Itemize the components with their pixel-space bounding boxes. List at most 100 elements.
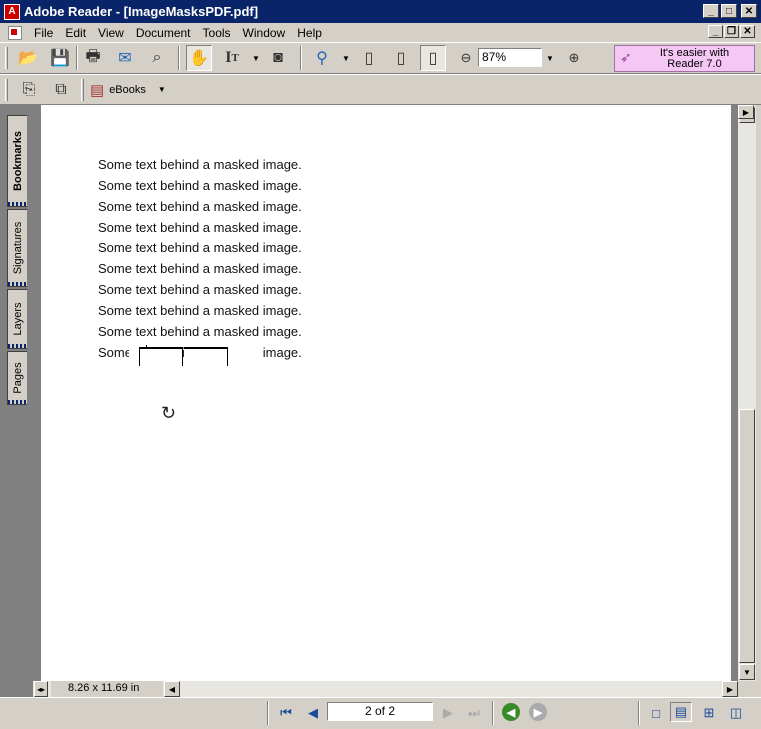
select-tool-dropdown-icon[interactable]: ▼ bbox=[252, 54, 260, 63]
next-page-icon[interactable]: ▶ bbox=[437, 703, 459, 723]
first-page-icon[interactable]: ⏮ bbox=[275, 703, 297, 723]
mask-block bbox=[228, 347, 259, 365]
scroll-down-icon[interactable]: ▼ bbox=[739, 664, 755, 680]
page-copy-icon[interactable]: ⧉ bbox=[48, 77, 74, 103]
zoom-in-icon[interactable]: ⊕ bbox=[561, 45, 587, 71]
scroll-right-icon[interactable]: ▶ bbox=[722, 681, 738, 697]
page-text-line: Some text behind a masked image. bbox=[98, 220, 302, 235]
document-icon[interactable] bbox=[8, 25, 22, 40]
previous-page-icon[interactable]: ◀ bbox=[302, 703, 324, 723]
page-text-line: Some text behind a masked image. bbox=[98, 199, 302, 214]
page-text-line: Some text behind a masked image. bbox=[98, 240, 302, 255]
hand-icon[interactable]: ✋ bbox=[186, 45, 212, 71]
tab-layers-label: Layers bbox=[11, 302, 24, 336]
disk-icon[interactable]: 💾 bbox=[47, 45, 73, 71]
facing-view-icon[interactable]: ◫ bbox=[725, 703, 747, 723]
status-separator bbox=[492, 701, 494, 725]
menu-help[interactable]: Help bbox=[291, 26, 328, 40]
doc-close-button[interactable]: ✕ bbox=[740, 25, 755, 38]
pane-resize-icon[interactable]: ◂▸ bbox=[34, 681, 48, 697]
tab-bookmarks[interactable]: Bookmarks bbox=[7, 115, 27, 207]
page-text-line: Some text behind a masked image. bbox=[98, 178, 302, 193]
tab-layers[interactable]: Layers bbox=[7, 289, 27, 349]
toolbar-separator bbox=[178, 46, 180, 70]
adobe-reader-icon: A bbox=[4, 3, 20, 20]
menu-view[interactable]: View bbox=[92, 26, 130, 40]
doc-minimize-button[interactable]: _ bbox=[708, 25, 723, 38]
vertical-scroll-thumb[interactable] bbox=[739, 409, 755, 663]
toolbar-separator bbox=[300, 46, 302, 70]
tab-stripe bbox=[8, 202, 27, 206]
page-text-line: Some text behind a masked image. bbox=[98, 303, 302, 318]
go-forward-icon[interactable]: ▶ bbox=[529, 703, 547, 721]
menu-window[interactable]: Window bbox=[237, 26, 292, 40]
masked-image bbox=[201, 347, 228, 366]
page-export-icon[interactable]: ⎘ bbox=[16, 77, 42, 103]
horizontal-scrollbar[interactable]: ◂▸ 8.26 x 11.69 in ◀ ▶ bbox=[33, 681, 738, 697]
menu-tools[interactable]: Tools bbox=[197, 26, 237, 40]
toolbar-separator bbox=[76, 46, 78, 70]
tab-signatures[interactable]: Signatures bbox=[7, 209, 27, 287]
tab-bookmarks-label: Bookmarks bbox=[11, 131, 24, 191]
email-globe-icon[interactable]: ✉ bbox=[112, 45, 138, 71]
ebooks-icon: ▤ bbox=[90, 81, 105, 99]
window-title: Adobe Reader - [ImageMasksPDF.pdf] bbox=[24, 4, 259, 19]
tab-stripe bbox=[8, 282, 27, 286]
page-text-line: Some text behind a masked image. bbox=[98, 157, 302, 172]
zoom-input[interactable]: 87% bbox=[478, 48, 542, 67]
go-back-icon[interactable]: ◀ bbox=[502, 703, 520, 721]
continuous-facing-view-icon[interactable]: ⊞ bbox=[698, 703, 720, 723]
ebooks-label: eBooks bbox=[109, 83, 146, 96]
single-page-view-icon[interactable]: □ bbox=[645, 703, 667, 723]
ebooks-dropdown-icon: ▼ bbox=[157, 85, 166, 94]
text-select-icon[interactable]: IT bbox=[219, 45, 245, 71]
loading-cursor-icon: ↻ bbox=[161, 403, 177, 423]
fit-width-icon[interactable]: ▯ bbox=[420, 45, 446, 71]
status-separator bbox=[638, 701, 640, 725]
page-text-line: Some text behind a masked image. bbox=[98, 282, 302, 297]
menu-document[interactable]: Document bbox=[130, 26, 197, 40]
split-pane-arrow-icon[interactable]: ▶ bbox=[738, 105, 754, 119]
printer-icon[interactable]: 🖶 bbox=[80, 45, 106, 71]
menu-edit[interactable]: Edit bbox=[59, 26, 92, 40]
maximize-button[interactable]: □ bbox=[721, 4, 737, 18]
rocket-icon: ➶ bbox=[620, 49, 632, 65]
scroll-left-icon[interactable]: ◀ bbox=[164, 681, 180, 697]
zoom-dropdown-icon[interactable]: ▼ bbox=[546, 54, 554, 63]
doc-restore-button[interactable]: ❐ bbox=[724, 25, 739, 38]
page-text-line: Some text behind a masked image. bbox=[98, 261, 302, 276]
upgrade-promo[interactable]: ➶ It's easier with Reader 7.0 bbox=[614, 45, 755, 72]
folder-open-icon[interactable]: 📂 bbox=[15, 45, 41, 71]
magnifier-icon[interactable]: ⚲ bbox=[309, 45, 335, 71]
continuous-view-icon[interactable]: ▤ bbox=[670, 702, 692, 722]
navigation-pane-tabs: Bookmarks Signatures Layers Pages bbox=[0, 105, 33, 697]
tab-signatures-label: Signatures bbox=[11, 221, 24, 275]
tab-stripe bbox=[8, 344, 27, 348]
vertical-scrollbar[interactable]: ▲ ▼ bbox=[738, 105, 756, 681]
tab-pages[interactable]: Pages bbox=[7, 351, 27, 405]
close-button[interactable]: ✕ bbox=[741, 4, 757, 18]
fit-page-icon[interactable]: ▯ bbox=[388, 45, 414, 71]
zoom-tool-dropdown-icon[interactable]: ▼ bbox=[342, 54, 350, 63]
menu-file[interactable]: File bbox=[28, 26, 59, 40]
toolbar-grip[interactable] bbox=[81, 79, 84, 101]
last-page-icon[interactable]: ⏭ bbox=[463, 703, 485, 723]
masked-image bbox=[139, 347, 183, 366]
camera-icon[interactable]: ◙ bbox=[265, 45, 291, 71]
binoculars-icon[interactable]: ⌕ bbox=[144, 45, 170, 71]
tab-stripe bbox=[8, 400, 27, 404]
ebooks-button[interactable]: ▤ eBooks ▼ bbox=[90, 78, 176, 101]
menu-bar: File Edit View Document Tools Window Hel… bbox=[0, 23, 761, 42]
page-size-label: 8.26 x 11.69 in bbox=[51, 681, 163, 697]
title-bar: A Adobe Reader - [ImageMasksPDF.pdf] _ □… bbox=[0, 0, 761, 23]
page-text-line: Some text behind a masked image. bbox=[98, 324, 302, 339]
toolbar-grip[interactable] bbox=[5, 79, 8, 101]
document-page[interactable]: Some text behind a masked image. Some te… bbox=[41, 105, 731, 681]
status-bar: ⏮ ◀ 2 of 2 ▶ ⏭ ◀ ▶ □ ▤ ⊞ ◫ bbox=[0, 697, 761, 729]
tab-pages-label: Pages bbox=[11, 362, 24, 394]
zoom-out-icon[interactable]: ⊖ bbox=[453, 45, 479, 71]
actual-size-icon[interactable]: ▯ bbox=[356, 45, 382, 71]
toolbar-grip[interactable] bbox=[5, 47, 8, 69]
page-number-input[interactable]: 2 of 2 bbox=[327, 702, 433, 721]
minimize-button[interactable]: _ bbox=[703, 4, 719, 18]
